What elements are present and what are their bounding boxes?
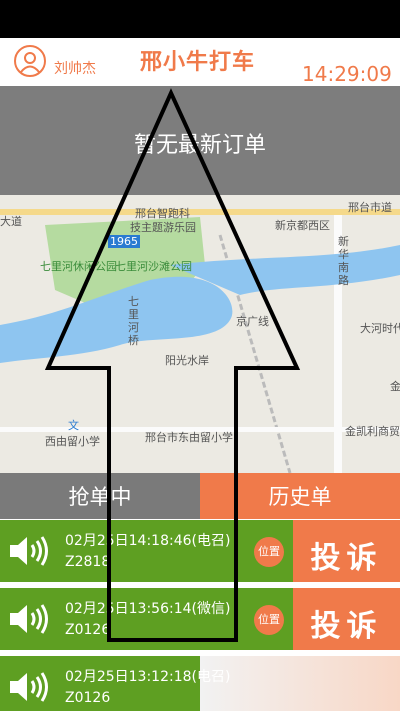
map-label: 邢台市道 xyxy=(348,201,392,214)
status-bar xyxy=(0,0,400,38)
map-label: 1965 xyxy=(108,235,140,248)
order-time: 02月25日13:12:18(电召) xyxy=(65,669,231,685)
map-label: 大道 xyxy=(0,215,22,228)
banner-message: 暂无最新订单 xyxy=(133,133,266,158)
avatar-icon[interactable] xyxy=(14,45,46,77)
username-label: 刘帅杰 xyxy=(54,61,96,77)
map-label: 阳光水岸 xyxy=(165,354,209,367)
map-label: 七里河沙滩公园 xyxy=(115,260,192,273)
map-view[interactable]: 邢台智跑科 技主题游乐园 1965 七里河休闲公园 七里河沙滩公园 新京都西区 … xyxy=(0,195,400,473)
map-label: 技主题游乐园 xyxy=(130,221,196,234)
clock-display: 14:29:09 xyxy=(302,62,392,86)
map-label: 金 xyxy=(390,380,400,393)
order-row[interactable]: 02月25日14:18:46(电召) Z2818 位置 投诉 xyxy=(0,520,400,582)
order-time: 02月25日14:18:46(电召) xyxy=(65,533,231,549)
position-button[interactable]: 位置 xyxy=(254,537,284,567)
order-code: Z2818 xyxy=(65,554,111,570)
map-label: 大河时代 xyxy=(360,322,400,335)
order-row[interactable]: 02月25日13:12:18(电召) Z0126 xyxy=(0,656,400,711)
order-row[interactable]: 02月25日13:56:14(微信) Z0126 位置 投诉 xyxy=(0,588,400,650)
map-label: 七里河休闲公园 xyxy=(40,260,117,273)
complain-label: 投诉 xyxy=(310,541,383,576)
speaker-icon[interactable] xyxy=(8,534,52,568)
map-label: 金凯利商贸 xyxy=(345,425,400,438)
complain-label: 投诉 xyxy=(310,609,383,644)
map-label: 新华南路 xyxy=(338,235,349,287)
order-time: 02月25日13:56:14(微信) xyxy=(65,601,231,617)
order-code: Z0126 xyxy=(65,622,111,638)
position-button[interactable]: 位置 xyxy=(254,605,284,635)
tab-grab-orders-label: 抢单中 xyxy=(68,485,132,509)
map-label: 西由留小学 xyxy=(45,435,100,448)
speaker-icon[interactable] xyxy=(8,670,52,704)
order-code: Z0126 xyxy=(65,690,111,706)
map-label: 邢台市东由留小学 xyxy=(145,431,233,444)
map-label: 七里河桥 xyxy=(128,295,139,347)
page-title: 邢小牛打车 xyxy=(140,50,256,75)
map-label: 新京都西区 xyxy=(275,219,330,232)
speaker-icon[interactable] xyxy=(8,602,52,636)
tab-history-orders-label: 历史单 xyxy=(268,485,332,509)
map-label: 京广线 xyxy=(236,315,269,328)
map-label: 文 xyxy=(68,419,79,432)
